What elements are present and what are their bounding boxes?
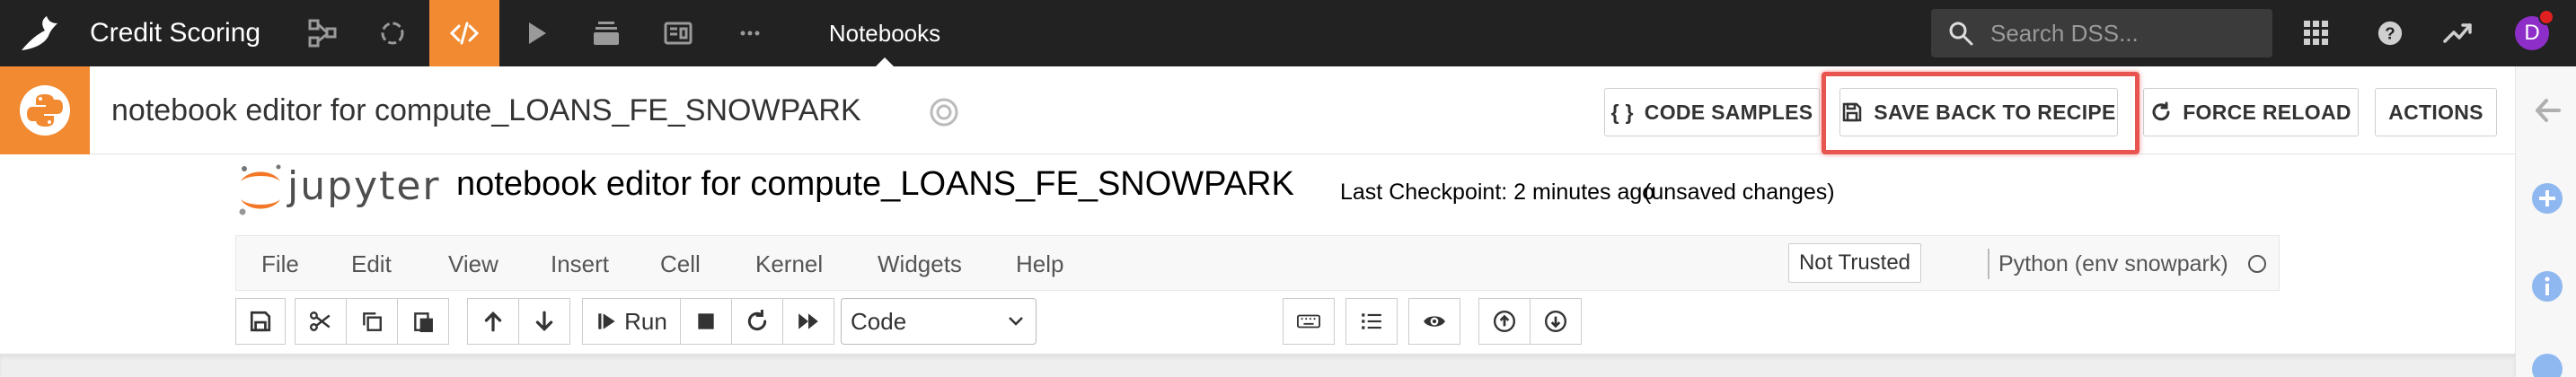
list-icon [1362, 313, 1381, 329]
run-button[interactable]: Run [582, 298, 681, 345]
dataiku-logo-icon[interactable] [18, 13, 65, 54]
svg-text:?: ? [2385, 24, 2395, 43]
active-caret [876, 57, 894, 66]
kernel-divider [1988, 249, 1989, 279]
trust-button[interactable]: Not Trusted [1788, 243, 1921, 283]
save-icon [250, 311, 271, 332]
unsaved-status: (unsaved changes) [1644, 180, 1835, 205]
python-icon [0, 66, 90, 154]
scissors-icon [309, 311, 331, 331]
top-navbar: Credit Scoring Notebooks Search DSS... ?… [0, 0, 2576, 66]
kernel-idle-icon [2248, 255, 2266, 273]
copy-icon [363, 312, 382, 331]
menu-file[interactable]: File [261, 236, 299, 292]
paste-icon [414, 312, 433, 333]
actions-button[interactable]: ACTIONS [2375, 88, 2497, 136]
preview-button[interactable] [1408, 298, 1460, 345]
arrow-up-icon [484, 311, 502, 332]
jupyter-notebook-title[interactable]: notebook editor for compute_LOANS_FE_SNO… [456, 165, 1294, 204]
eye-icon [1424, 316, 1445, 327]
copy-button[interactable] [346, 298, 398, 345]
circle-arrow-up-icon [1493, 310, 1516, 333]
restart-button[interactable] [731, 298, 783, 345]
right-rail [2515, 66, 2576, 377]
force-reload-button[interactable]: FORCE RELOAD [2143, 88, 2359, 136]
help-icon[interactable]: ? [2371, 14, 2409, 52]
cell-type-select[interactable]: Code [841, 298, 1037, 345]
run-label: Run [624, 307, 667, 335]
code-samples-button[interactable]: { } CODE SAMPLES [1604, 88, 1820, 136]
upload-button[interactable] [1478, 298, 1531, 345]
search-box[interactable]: Search DSS... [1931, 9, 2272, 57]
stop-icon [698, 313, 714, 329]
jupyter-logo-icon [239, 164, 281, 215]
checkpoint-status: Last Checkpoint: 2 minutes ago [1340, 180, 1655, 205]
arrow-down-icon [535, 311, 553, 331]
collapse-arrow-icon[interactable] [2530, 93, 2564, 127]
activity-icon[interactable] [2439, 14, 2477, 52]
move-down-button[interactable] [518, 298, 570, 345]
apps-grid-icon[interactable] [2298, 14, 2335, 52]
circle-arrow-down-icon [1544, 310, 1567, 333]
flow-icon[interactable] [287, 0, 357, 66]
project-name[interactable]: Credit Scoring [90, 0, 260, 66]
download-button[interactable] [1530, 298, 1582, 345]
menu-widgets[interactable]: Widgets [878, 236, 962, 292]
paste-button[interactable] [397, 298, 449, 345]
highlight-box [1822, 72, 2139, 154]
kernel-name: Python (env snowpark) [1998, 251, 2228, 276]
run-icon[interactable] [501, 0, 571, 66]
jupyter-wordmark: jupyter [287, 163, 441, 209]
braces-icon: { } [1610, 100, 1634, 124]
reload-icon [2152, 101, 2170, 121]
cell-type-value: Code [851, 308, 907, 335]
chevron-down-icon [1009, 317, 1023, 326]
save-button[interactable] [235, 298, 286, 345]
notebook-area [0, 354, 2515, 377]
menu-help[interactable]: Help [1016, 236, 1063, 292]
toc-button[interactable] [1345, 298, 1398, 345]
help-icon[interactable] [2530, 352, 2564, 377]
restart-icon [747, 310, 767, 331]
step-forward-icon [598, 313, 615, 329]
lab-icon[interactable] [357, 0, 428, 66]
notebook-title: notebook editor for compute_LOANS_FE_SNO… [111, 93, 861, 127]
menu-kernel[interactable]: Kernel [755, 236, 823, 292]
force-reload-label: FORCE RELOAD [2183, 100, 2351, 124]
more-icon[interactable] [715, 0, 785, 66]
interrupt-button[interactable] [680, 298, 732, 345]
search-input[interactable]: Search DSS... [1990, 9, 2139, 57]
restart-run-all-button[interactable] [782, 298, 834, 345]
nav-notebooks[interactable]: Notebooks [799, 0, 970, 66]
jupyter-logo: jupyter [235, 162, 439, 219]
menu-insert[interactable]: Insert [551, 236, 609, 292]
command-palette-button[interactable] [1283, 298, 1335, 345]
fast-forward-icon [798, 313, 818, 329]
dashboard-icon[interactable] [643, 0, 713, 66]
jupyter-menubar: File Edit View Insert Cell Kernel Widget… [235, 235, 2280, 291]
keyboard-icon [1297, 314, 1320, 329]
cut-button[interactable] [295, 298, 347, 345]
menu-edit[interactable]: Edit [351, 236, 392, 292]
code-samples-label: CODE SAMPLES [1644, 100, 1813, 124]
info-icon[interactable] [2530, 269, 2564, 303]
search-icon [1949, 22, 1973, 46]
add-icon[interactable] [2530, 181, 2564, 215]
sync-status-icon[interactable] [929, 97, 959, 127]
actions-label: ACTIONS [2388, 100, 2483, 124]
menu-cell[interactable]: Cell [660, 236, 701, 292]
menu-view[interactable]: View [448, 236, 498, 292]
notification-badge [2538, 9, 2554, 25]
deploy-icon[interactable] [571, 0, 641, 66]
move-up-button[interactable] [467, 298, 519, 345]
code-icon[interactable] [429, 0, 499, 66]
app-root: Credit Scoring Notebooks Search DSS... ?… [0, 0, 2576, 377]
